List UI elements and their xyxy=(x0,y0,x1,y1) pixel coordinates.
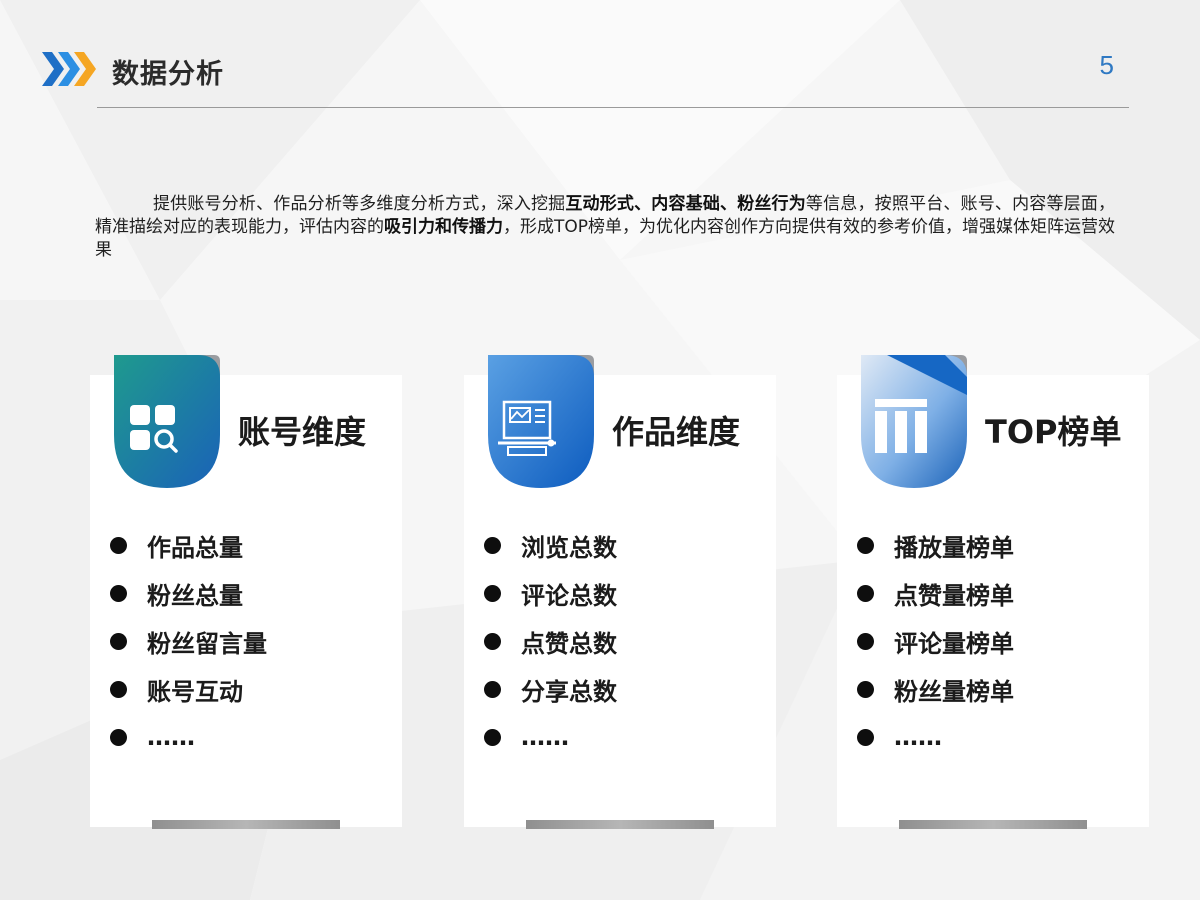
card-heading: 作品维度 xyxy=(612,413,741,451)
card-base-shadow xyxy=(526,820,714,829)
list-item: 评论总数 xyxy=(484,569,617,617)
bullet-dot xyxy=(110,728,127,746)
list-item-label: …… xyxy=(147,723,195,751)
list-item: 播放量榜单 xyxy=(857,521,1014,569)
card-top-ranking: TOP榜单 播放量榜单 点赞量榜单 评论量榜单 粉丝量榜单 …… xyxy=(837,355,1149,829)
list-item-label: 分享总数 xyxy=(521,677,617,706)
list-item: …… xyxy=(110,713,267,761)
ranking-bars-icon xyxy=(861,355,967,488)
list-item: 作品总量 xyxy=(110,521,267,569)
bullet-dot xyxy=(857,680,874,698)
bullet-dot xyxy=(484,728,501,746)
card-base-shadow xyxy=(899,820,1087,829)
list-item: …… xyxy=(857,713,1014,761)
bullet-list: 浏览总数 评论总数 点赞总数 分享总数 …… xyxy=(484,521,617,761)
bullet-list: 作品总量 粉丝总量 粉丝留言量 账号互动 …… xyxy=(110,521,267,761)
list-item: …… xyxy=(484,713,617,761)
bullet-dot xyxy=(110,680,127,698)
intro-bold-2: 吸引力和传播力 xyxy=(384,217,503,237)
list-item-label: 粉丝量榜单 xyxy=(894,677,1014,706)
page-number: 5 xyxy=(1099,50,1114,80)
list-item: 分享总数 xyxy=(484,665,617,713)
card-work-dimension: 作品维度 浏览总数 评论总数 点赞总数 分享总数 …… xyxy=(464,355,776,829)
artwork-scroll-icon xyxy=(488,355,594,488)
list-item-label: …… xyxy=(894,723,942,751)
bullet-dot xyxy=(110,584,127,602)
card-account-dimension: 账号维度 作品总量 粉丝总量 粉丝留言量 账号互动 …… xyxy=(90,355,402,829)
list-item-label: 点赞量榜单 xyxy=(894,581,1014,610)
list-item-label: 浏览总数 xyxy=(521,533,617,562)
card-base-shadow xyxy=(152,820,340,829)
bullet-dot xyxy=(857,728,874,746)
list-item-label: …… xyxy=(521,723,569,751)
list-item-label: 账号互动 xyxy=(147,677,243,706)
card-heading: TOP榜单 xyxy=(985,413,1122,451)
page-title: 数据分析 xyxy=(112,59,224,90)
list-item: 浏览总数 xyxy=(484,521,617,569)
list-item: 粉丝总量 xyxy=(110,569,267,617)
list-item-label: 评论量榜单 xyxy=(894,629,1014,658)
account-grid-search-icon xyxy=(114,355,220,488)
bullet-dot xyxy=(484,584,501,602)
bullet-dot xyxy=(857,584,874,602)
header-divider xyxy=(97,107,1129,108)
list-item-label: 粉丝总量 xyxy=(147,581,243,610)
list-item-label: 作品总量 xyxy=(147,533,243,562)
bullet-dot xyxy=(857,632,874,650)
list-item-label: 评论总数 xyxy=(521,581,617,610)
card-heading: 账号维度 xyxy=(238,413,367,451)
bullet-dot xyxy=(484,536,501,554)
list-item: 粉丝量榜单 xyxy=(857,665,1014,713)
list-item-label: 播放量榜单 xyxy=(894,533,1014,562)
header-chevrons-icon xyxy=(42,52,96,86)
list-item-label: 粉丝留言量 xyxy=(147,629,267,658)
list-item-label: 点赞总数 xyxy=(521,629,617,658)
bullet-dot xyxy=(484,680,501,698)
list-item: 评论量榜单 xyxy=(857,617,1014,665)
intro-text-1: 提供账号分析、作品分析等多维度分析方式，深入挖掘 xyxy=(153,194,566,214)
bullet-dot xyxy=(857,536,874,554)
bullet-dot xyxy=(484,632,501,650)
bullet-dot xyxy=(110,536,127,554)
list-item: 粉丝留言量 xyxy=(110,617,267,665)
list-item: 账号互动 xyxy=(110,665,267,713)
bullet-dot xyxy=(110,632,127,650)
intro-paragraph: 提供账号分析、作品分析等多维度分析方式，深入挖掘互动形式、内容基础、粉丝行为等信… xyxy=(95,193,1115,262)
intro-bold-1: 互动形式、内容基础、粉丝行为 xyxy=(565,194,806,214)
list-item: 点赞总数 xyxy=(484,617,617,665)
list-item: 点赞量榜单 xyxy=(857,569,1014,617)
bullet-list: 播放量榜单 点赞量榜单 评论量榜单 粉丝量榜单 …… xyxy=(857,521,1014,761)
